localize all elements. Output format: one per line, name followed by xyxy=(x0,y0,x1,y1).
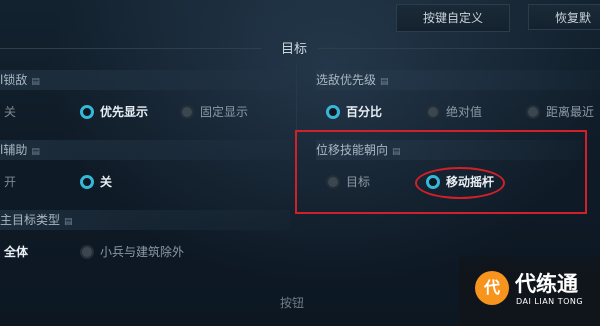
lock-enemy-header: l锁敌 ▤ xyxy=(0,70,290,90)
top-bar: 按键自定义 恢复默 xyxy=(0,0,600,34)
restore-default-button[interactable]: 恢复默 xyxy=(528,4,600,30)
main-target-type-header: 主目标类型 ▤ xyxy=(0,210,290,230)
section-title-target: 目标 xyxy=(0,38,600,58)
assist-header-label: l辅助 xyxy=(0,143,28,157)
target-type-option-exclude[interactable]: 小兵与建筑除外 xyxy=(80,243,184,261)
section-title-buttons: 按钮 xyxy=(280,296,305,310)
info-icon: ▤ xyxy=(64,217,73,227)
assist-option-on[interactable]: 开 xyxy=(4,173,16,191)
lock-enemy-option-fixed[interactable]: 固定显示 xyxy=(180,103,248,121)
enemy-priority-header: 选敌优先级 ▤ xyxy=(316,70,600,90)
logo-subtitle: DAI LIAN TONG xyxy=(516,297,584,306)
assist-header: l辅助 ▤ xyxy=(0,140,290,160)
section-title-text: 目标 xyxy=(281,42,308,57)
highlight-oval xyxy=(415,167,505,199)
logo-name: 代练通 xyxy=(515,272,578,296)
radio-icon xyxy=(80,245,94,259)
divider xyxy=(0,48,262,49)
target-type-option-all[interactable]: 全体 xyxy=(4,243,28,261)
info-icon: ▤ xyxy=(380,77,389,87)
custom-keys-button[interactable]: 按键自定义 xyxy=(396,4,510,32)
lock-enemy-option-priority[interactable]: 优先显示 xyxy=(80,103,148,121)
priority-option-distance[interactable]: 距离最近 xyxy=(526,103,594,121)
radio-icon xyxy=(526,105,540,119)
priority-option-percent[interactable]: 百分比 xyxy=(326,103,382,121)
logo-icon: 代 xyxy=(475,271,509,305)
radio-selected-icon xyxy=(80,105,94,119)
info-icon: ▤ xyxy=(31,77,40,87)
radio-icon xyxy=(426,105,440,119)
main-target-type-header-label: 主目标类型 xyxy=(0,213,61,227)
lock-enemy-option-off[interactable]: 关 xyxy=(4,103,16,121)
radio-selected-icon xyxy=(326,105,340,119)
info-icon: ▤ xyxy=(31,147,40,157)
assist-option-off[interactable]: 关 xyxy=(80,173,112,191)
divider xyxy=(318,48,600,49)
enemy-priority-header-label: 选敌优先级 xyxy=(316,73,377,87)
radio-selected-icon xyxy=(80,175,94,189)
watermark-logo: 代 代练通 DAI LIAN TONG xyxy=(459,256,600,326)
lock-enemy-header-label: l锁敌 xyxy=(0,73,28,87)
radio-icon xyxy=(180,105,194,119)
priority-option-absolute[interactable]: 绝对值 xyxy=(426,103,482,121)
